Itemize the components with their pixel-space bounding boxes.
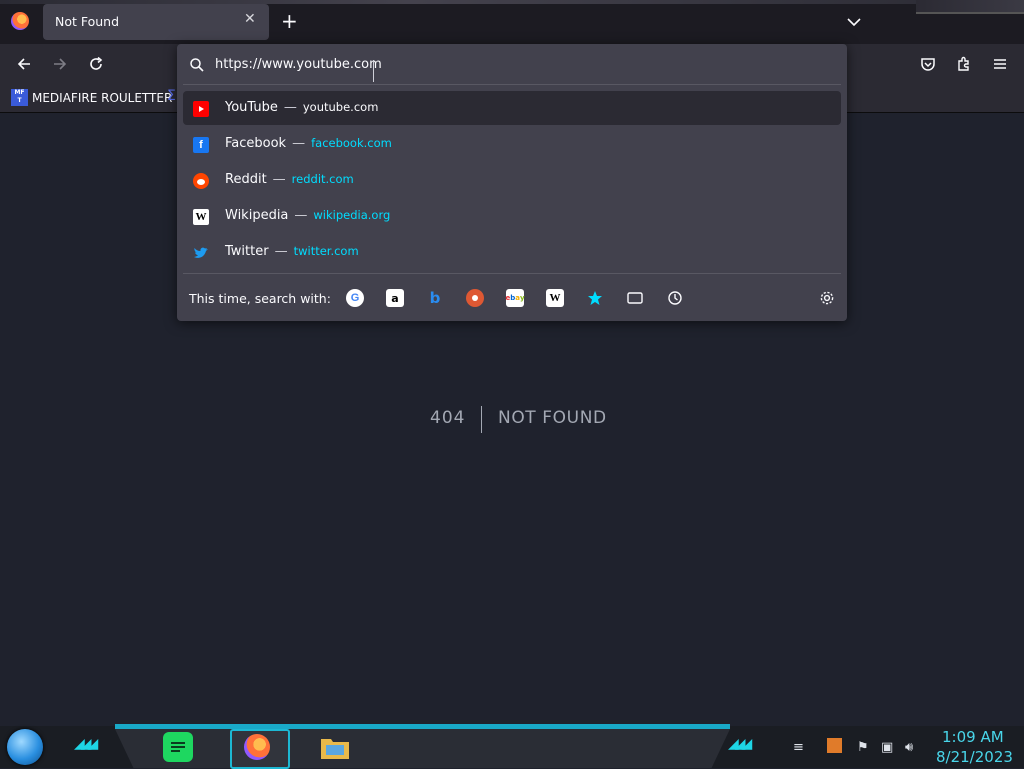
error-divider: [481, 406, 482, 433]
window-decoration: [916, 0, 1024, 14]
suggestion-title: Facebook: [225, 136, 287, 151]
hamburger-menu-icon: [994, 59, 1006, 69]
extensions-button[interactable]: [950, 50, 978, 78]
suggestion-title: Twitter: [225, 244, 269, 259]
taskbar-accent: [115, 724, 730, 729]
suggestion-title: Reddit: [225, 172, 267, 187]
suggestion-youtube[interactable]: YouTube — youtube.com: [183, 91, 841, 125]
suggestion-title: YouTube: [225, 100, 278, 115]
arrow-left-icon: [17, 58, 30, 70]
suggestion-twitter[interactable]: Twitter — twitter.com: [183, 235, 841, 269]
url-input[interactable]: https://www.youtube.com: [215, 57, 815, 72]
pocket-button[interactable]: [914, 50, 942, 78]
pocket-icon: [921, 58, 935, 71]
firefox-app-icon[interactable]: [242, 732, 272, 762]
text-cursor: [373, 60, 374, 82]
app-menu-button[interactable]: [986, 50, 1014, 78]
start-button[interactable]: [7, 729, 43, 765]
action-center-flag-icon[interactable]: ⚑: [857, 740, 869, 755]
suggestion-facebook[interactable]: f Facebook — facebook.com: [183, 127, 841, 161]
taskbar-chevron-icon: ◢◢◢: [728, 736, 752, 752]
java-tray-icon[interactable]: [827, 738, 842, 753]
suggestion-title: Wikipedia: [225, 208, 289, 223]
notes-app-icon[interactable]: [163, 732, 193, 762]
error-message: NOT FOUND: [498, 408, 607, 428]
network-icon[interactable]: ▣: [881, 740, 893, 755]
amazon-icon[interactable]: a: [386, 289, 404, 307]
tab-title: Not Found: [55, 14, 120, 29]
bing-icon[interactable]: b: [426, 289, 444, 307]
bookmark-mediafire-rouletter[interactable]: MEDIAFIRE ROULETTER: [32, 91, 172, 105]
taskbar-panel: [115, 729, 730, 768]
list-all-tabs-button[interactable]: [844, 12, 864, 36]
search-icon: [189, 57, 205, 77]
arrow-right-icon: [54, 58, 67, 70]
firefox-logo-icon[interactable]: [11, 12, 29, 30]
gear-icon[interactable]: [818, 289, 836, 307]
suggestion-wikipedia[interactable]: W Wikipedia — wikipedia.org: [183, 199, 841, 233]
youtube-icon: [193, 101, 209, 117]
clock-time[interactable]: 1:09 AM: [942, 728, 1004, 746]
show-hidden-icons-icon[interactable]: ≡: [793, 740, 804, 755]
tab-close-icon[interactable]: ✕: [244, 11, 256, 27]
volume-icon[interactable]: 🔊︎: [905, 740, 913, 755]
file-explorer-icon[interactable]: [320, 732, 350, 762]
twitter-icon: [193, 245, 209, 261]
tabs-icon[interactable]: [626, 289, 644, 307]
reload-button[interactable]: [82, 50, 110, 78]
reddit-icon: [193, 173, 209, 189]
ebay-icon[interactable]: ebay: [505, 289, 525, 307]
back-button[interactable]: [10, 50, 38, 78]
puzzle-icon: [958, 56, 969, 71]
suggestion-url: reddit.com: [291, 172, 354, 186]
taskbar-chevron-icon: ◢◢◢: [74, 736, 98, 752]
suggestion-url: facebook.com: [311, 136, 392, 150]
search-with-label: This time, search with:: [189, 291, 331, 306]
history-icon[interactable]: [666, 289, 684, 307]
error-code: 404: [430, 408, 466, 428]
suggestion-reddit[interactable]: Reddit — reddit.com: [183, 163, 841, 197]
suggestion-url: wikipedia.org: [313, 208, 391, 222]
urlbar-separator: [183, 84, 841, 85]
chevron-down-icon: [847, 18, 861, 27]
search-engines-separator: [183, 273, 841, 274]
forward-button[interactable]: [46, 50, 74, 78]
new-tab-button[interactable]: +: [281, 9, 298, 33]
reload-icon: [90, 56, 103, 70]
suggestion-url: twitter.com: [293, 244, 359, 258]
google-icon[interactable]: G: [346, 289, 364, 307]
facebook-icon: f: [193, 137, 209, 153]
mediafire-favicon-icon: MF T: [11, 89, 28, 106]
wikipedia-icon[interactable]: W: [546, 289, 564, 307]
bookmarks-star-icon[interactable]: [586, 289, 604, 307]
suggestion-url: youtube.com: [302, 100, 379, 114]
wikipedia-icon: W: [193, 209, 209, 225]
clock-date[interactable]: 8/21/2023: [936, 748, 1013, 766]
duckduckgo-icon[interactable]: [466, 289, 484, 307]
bookmark-overflow-icon[interactable]: Σ: [167, 88, 176, 104]
